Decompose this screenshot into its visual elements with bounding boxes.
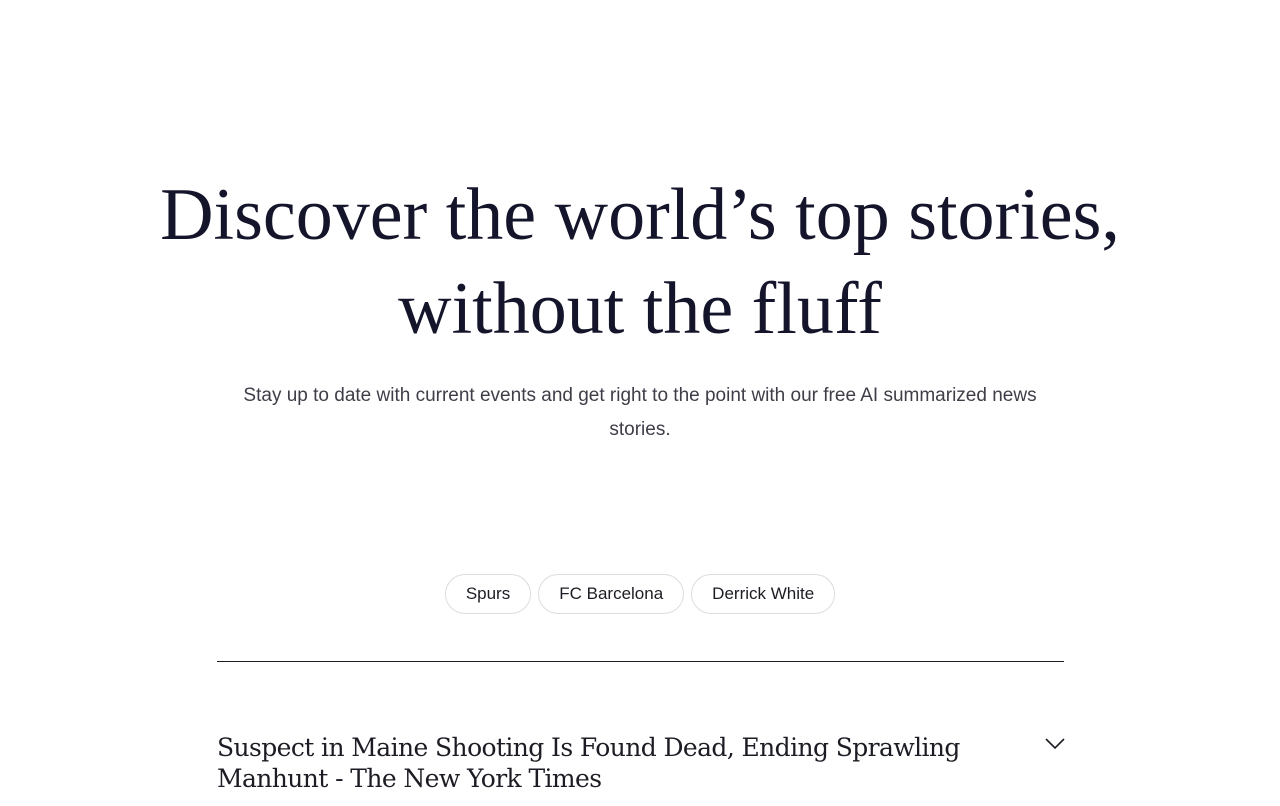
hero-title-line-1: Discover the world’s top stories, [160,174,1120,256]
story-headline[interactable]: Suspect in Maine Shooting Is Found Dead,… [217,732,977,794]
topic-chip-fc-barcelona[interactable]: FC Barcelona [538,574,685,614]
section-divider [217,661,1064,662]
chevron-down-icon[interactable] [1045,737,1065,751]
topic-chip-spurs[interactable]: Spurs [444,574,532,614]
topic-chip-derrick-white[interactable]: Derrick White [691,574,836,614]
topic-chips: Spurs FC Barcelona Derrick White [0,574,1280,614]
story-item[interactable]: Suspect in Maine Shooting Is Found Dead,… [217,732,1065,806]
hero-title: Discover the world’s top stories, withou… [0,168,1280,356]
hero-title-line-2: without the fluff [398,268,882,350]
hero-subtitle: Stay up to date with current events and … [243,385,1037,440]
